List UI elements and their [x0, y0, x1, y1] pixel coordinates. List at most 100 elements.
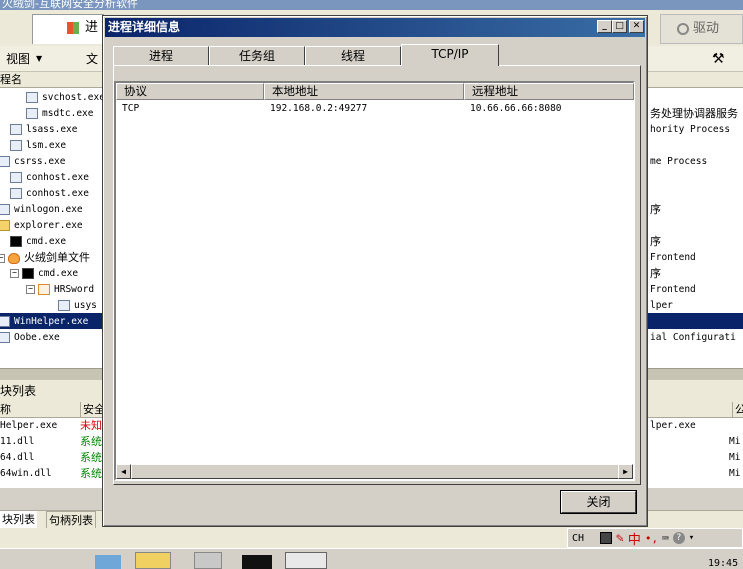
process-description: 序 [650, 267, 661, 280]
tab-handle-list[interactable]: 句柄列表 [46, 511, 96, 529]
connection-remote-address[interactable]: 10.66.66.66:8080 [470, 102, 562, 116]
process-description: 序 [650, 235, 661, 248]
process-description: hority Process [650, 124, 731, 135]
taskbar-app-icon[interactable] [194, 552, 222, 569]
keyboard-icon[interactable] [600, 532, 612, 544]
list-item[interactable]: − cmd.exe [10, 266, 78, 282]
scroll-left-icon[interactable]: ◀ [116, 464, 131, 479]
app-title-bar: 火绒剑-互联网安全分析软件 [0, 0, 743, 10]
ime-toolbar: CH ✎ 中 •, ⌨ ? ▾ [567, 528, 743, 548]
list-item[interactable]: − 火绒剑单文件 [0, 250, 90, 266]
tab-process[interactable]: 进 [32, 14, 104, 44]
taskbar-app-icon[interactable] [242, 555, 272, 569]
horizontal-scrollbar[interactable]: ◀ ▶ [116, 464, 633, 479]
list-item[interactable]: − HRSword [26, 282, 94, 298]
tab-tcpip[interactable]: TCP/IP [401, 44, 499, 66]
connection-local-address[interactable]: 192.168.0.2:49277 [270, 102, 367, 116]
process-icon [0, 316, 10, 327]
column-remote-address[interactable]: 远程地址 [464, 83, 634, 100]
process-description: Frontend [650, 252, 696, 263]
soft-keyboard-icon[interactable]: ⌨ [662, 532, 669, 545]
process-description: me Process [650, 156, 708, 167]
menu-file[interactable]: 文 [86, 46, 98, 72]
minimize-icon[interactable]: _ [597, 20, 612, 33]
process-icon [58, 300, 70, 311]
table-row[interactable]: Helper.exe [0, 418, 57, 434]
module-company: Mi [729, 452, 741, 463]
process-icon [10, 140, 22, 151]
dialog-title-bar[interactable]: 进程详细信息 _ □ ✕ [105, 18, 645, 37]
clock[interactable]: 19:45 [708, 558, 738, 569]
tab-process[interactable]: 进程 [113, 46, 209, 66]
module-company: Mi [729, 436, 741, 447]
column-company[interactable]: 公 [732, 402, 743, 418]
table-row[interactable]: 64win.dll [0, 466, 51, 482]
tab-task-group[interactable]: 任务组 [209, 46, 305, 66]
security-status: 系统 [80, 451, 102, 464]
list-item[interactable]: lsm.exe [10, 138, 66, 154]
console-icon [10, 236, 22, 247]
folder-icon [0, 220, 10, 231]
list-item[interactable]: usys [58, 298, 97, 314]
process-icon [26, 92, 38, 103]
collapse-icon[interactable]: − [0, 253, 5, 263]
security-status: 系统 [80, 435, 102, 448]
punctuation-icon[interactable]: •, [645, 532, 658, 545]
ime-language[interactable]: CH [572, 533, 596, 544]
process-icon [0, 204, 10, 215]
list-item[interactable]: msdtc.exe [26, 106, 93, 122]
taskbar-app-icon[interactable] [135, 552, 171, 569]
list-item[interactable]: winlogon.exe [0, 202, 83, 218]
ime-logo-icon[interactable]: ✎ [616, 531, 624, 546]
table-row[interactable]: 64.dll [0, 450, 34, 466]
tab-module-list[interactable]: 块列表 [0, 511, 37, 529]
dialog-title: 进程详细信息 [108, 20, 181, 34]
tools-icon[interactable]: ⚒ [712, 46, 725, 72]
shield-icon [38, 284, 50, 295]
security-status: 未知 [80, 419, 102, 432]
collapse-icon[interactable]: − [10, 269, 19, 278]
process-icon [10, 124, 22, 135]
connection-protocol[interactable]: TCP [122, 102, 139, 116]
maximize-icon[interactable]: □ [612, 20, 627, 33]
process-icon [10, 172, 22, 183]
process-description: 务处理协调器服务 [650, 107, 738, 120]
tab-threads[interactable]: 线程 [305, 46, 401, 66]
list-item[interactable]: WinHelper.exe [0, 314, 88, 330]
list-item[interactable]: explorer.exe [0, 218, 83, 234]
list-item[interactable]: csrss.exe [0, 154, 65, 170]
dialog-tab-strip: 进程 任务组 线程 TCP/IP [113, 44, 643, 66]
close-button[interactable]: 关闭 [561, 491, 636, 513]
column-protocol[interactable]: 协议 [116, 83, 264, 100]
list-item[interactable]: lsass.exe [10, 122, 77, 138]
taskbar-app-icon[interactable] [285, 552, 327, 569]
windows-flag-icon [67, 22, 79, 34]
list-item[interactable]: conhost.exe [10, 186, 89, 202]
chevron-down-icon: ▼ [36, 54, 43, 63]
tab-driver[interactable]: 驱动 [660, 14, 743, 44]
collapse-icon[interactable]: − [26, 285, 35, 294]
process-icon [26, 108, 38, 119]
process-icon [0, 156, 10, 167]
table-row[interactable]: 11.dll [0, 434, 34, 450]
menu-view[interactable]: 视图 [6, 46, 30, 72]
column-name[interactable]: 程名 [0, 72, 22, 88]
list-item[interactable]: Oobe.exe [0, 330, 60, 346]
taskbar: 19:45 [0, 548, 743, 569]
ime-mode[interactable]: 中 [628, 529, 641, 548]
security-status: 系统 [80, 467, 102, 480]
column-module-name[interactable]: 称 [0, 402, 11, 418]
list-item[interactable]: conhost.exe [10, 170, 89, 186]
column-local-address[interactable]: 本地地址 [264, 83, 464, 100]
options-icon[interactable]: ▾ [689, 533, 694, 543]
driver-icon [677, 22, 689, 35]
close-icon[interactable]: ✕ [629, 20, 644, 33]
list-item[interactable]: svchost.exe [26, 90, 105, 106]
module-company: Mi [729, 468, 741, 479]
list-item[interactable]: cmd.exe [10, 234, 66, 250]
help-icon[interactable]: ? [672, 532, 685, 544]
scroll-right-icon[interactable]: ▶ [618, 464, 633, 479]
process-icon [0, 332, 10, 343]
taskbar-app-icon[interactable] [95, 555, 121, 569]
scrollbar-thumb[interactable] [131, 464, 619, 479]
